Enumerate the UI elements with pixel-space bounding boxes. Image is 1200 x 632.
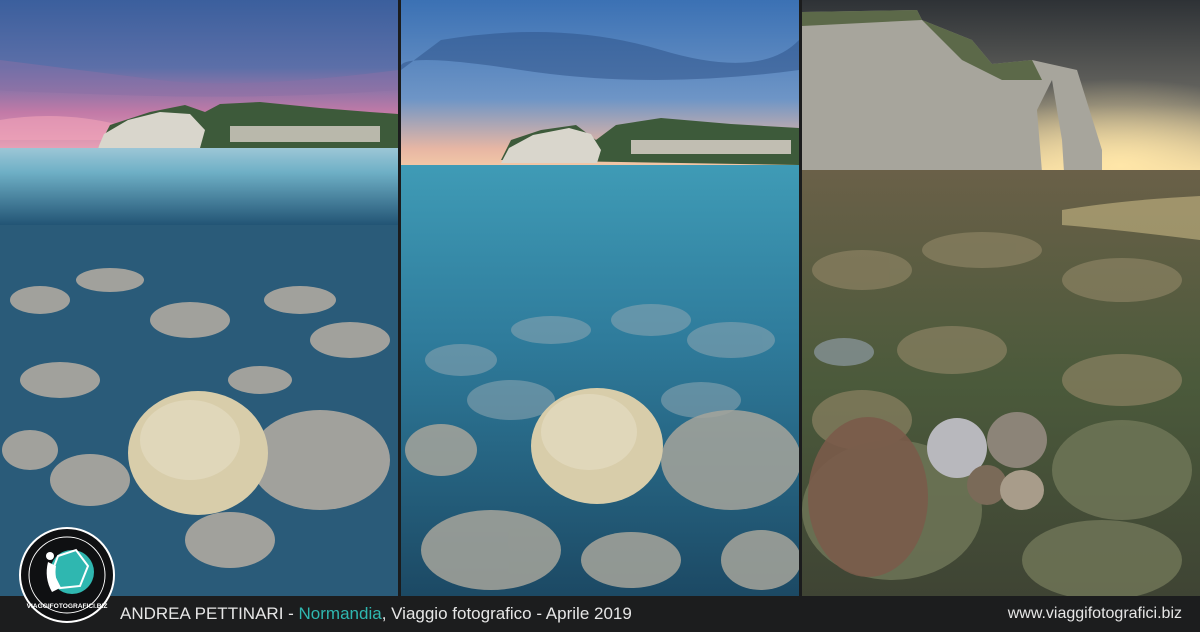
website-url[interactable]: www.viaggifotografici.biz [1008, 596, 1182, 632]
viaggifotografici-logo: VIAGGIFOTOGRAFICI.BIZ [18, 526, 116, 624]
credit-separator: - [283, 604, 299, 623]
trip-description: , Viaggio fotografico - Aprile 2019 [381, 604, 632, 623]
logo-text: VIAGGIFOTOGRAFICI.BIZ [27, 603, 108, 610]
photo-etretat-sunset [0, 0, 398, 596]
photo-triptych [0, 0, 1200, 596]
photo-etretat-blue-hour [401, 0, 799, 596]
photographer-name: ANDREA PETTINARI [120, 604, 284, 623]
footer-bar: ANDREA PETTINARI - Normandia, Viaggio fo… [0, 596, 1200, 632]
location-name: Normandia [298, 604, 382, 623]
photo-credit: ANDREA PETTINARI - Normandia, Viaggio fo… [120, 596, 632, 632]
photo-etretat-arch [802, 0, 1200, 596]
